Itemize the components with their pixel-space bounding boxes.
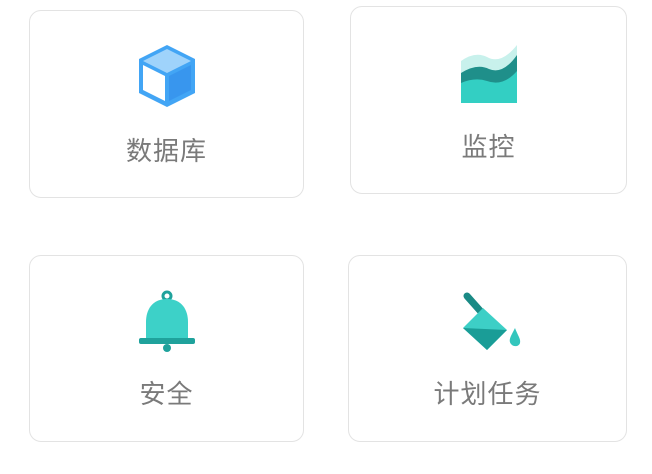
database-cube-icon [138,45,195,107]
bell-icon [138,290,195,352]
card-monitor[interactable]: 监控 [350,6,627,194]
card-security[interactable]: 安全 [29,255,304,442]
card-tasks[interactable]: 计划任务 [348,255,627,442]
paint-bucket-icon [462,292,520,350]
card-database[interactable]: 数据库 [29,10,304,198]
card-database-label: 数据库 [125,137,207,167]
card-tasks-label: 计划任务 [433,380,542,410]
monitor-chart-icon [460,45,517,103]
card-monitor-label: 监控 [461,133,516,163]
card-security-label: 安全 [139,380,194,410]
